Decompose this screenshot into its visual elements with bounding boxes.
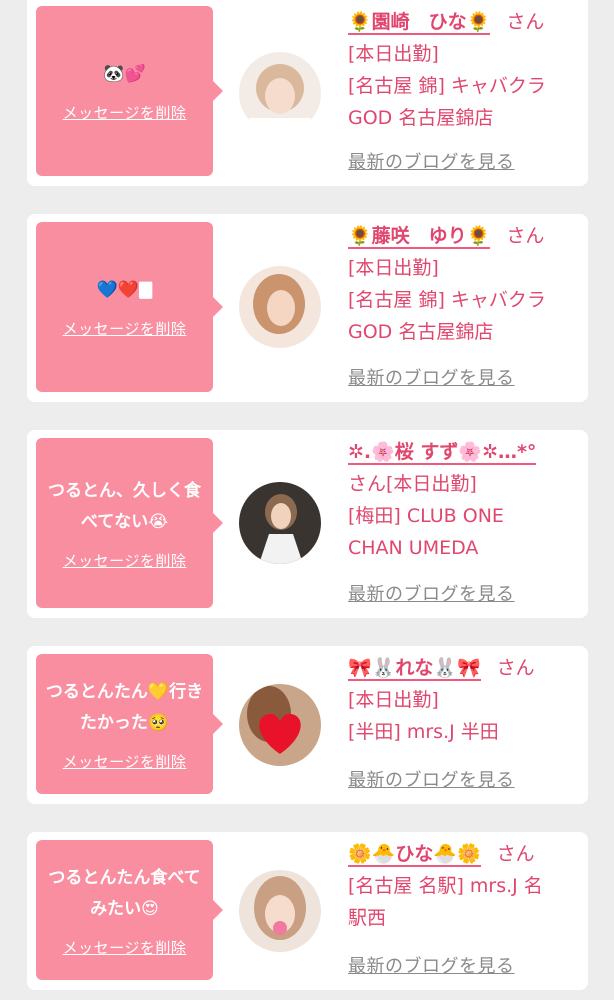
cast-name-link[interactable]: 🌻園崎 ひな🌻	[348, 11, 491, 35]
cast-info: ✲.🌸桜 すず🌸✲…*° さん[本日出勤] [梅田] CLUB ONE CHAN…	[348, 436, 574, 564]
cast-name-link[interactable]: 🌻藤咲 ゆり🌻	[348, 225, 491, 249]
message-bubble: 🐼💕 メッセージを削除	[36, 6, 223, 176]
detail-line: GOD 名古屋錦店	[348, 107, 494, 129]
message-text: つるとん、久しく食べてない😭	[48, 480, 201, 532]
message-card: 💙❤️🀫 メッセージを削除 🌻藤咲 ゆり🌻 さん [本日出勤] [名古屋 錦] キ…	[27, 214, 588, 402]
message-bubble: つるとんたん食べてみたい😍 メッセージを削除	[36, 840, 223, 980]
detail-line: GOD 名古屋錦店	[348, 321, 494, 343]
cast-info: 🌼🐣ひな🐣🌼 さん [名古屋 名駅] mrs.J 名 駅西	[348, 838, 574, 934]
latest-blog-link[interactable]: 最新のブログを見る	[348, 952, 515, 978]
message-card: つるとん、久しく食べてない😭 メッセージを削除 ✲.🌸桜 すず🌸✲…*° さん[…	[27, 430, 588, 618]
delete-message-link[interactable]: メッセージを削除	[63, 937, 187, 958]
message-card: 🐼💕 メッセージを削除 🌻園崎 ひな🌻 さん [本日出勤] [名古屋 錦] キャバ…	[27, 0, 588, 186]
honorific: さん[本日出勤]	[348, 473, 477, 495]
detail-line: [名古屋 錦] キャバクラ	[348, 75, 546, 97]
message-bubble: 💙❤️🀫 メッセージを削除	[36, 222, 223, 392]
cast-name-link[interactable]: 🎀🐰れな🐰🎀	[348, 657, 481, 681]
cast-info: 🌻藤咲 ゆり🌻 さん [本日出勤] [名古屋 錦] キャバクラ GOD 名古屋錦店	[348, 220, 574, 348]
message-card: つるとんたん食べてみたい😍 メッセージを削除 🌼🐣ひな🐣🌼 さん [名古屋 名駅]…	[27, 832, 588, 990]
avatar[interactable]	[239, 684, 321, 766]
message-text: つるとんたん食べてみたい😍	[48, 867, 201, 919]
latest-blog-link[interactable]: 最新のブログを見る	[348, 148, 515, 174]
delete-message-link[interactable]: メッセージを削除	[63, 550, 187, 571]
delete-message-link[interactable]: メッセージを削除	[63, 102, 187, 123]
avatar[interactable]	[239, 870, 321, 952]
cast-info: 🎀🐰れな🐰🎀 さん [本日出勤] [半田] mrs.J 半田	[348, 652, 574, 748]
avatar[interactable]	[239, 52, 321, 134]
honorific: さん	[496, 843, 535, 865]
avatar[interactable]	[239, 482, 321, 564]
delete-message-link[interactable]: メッセージを削除	[63, 318, 187, 339]
detail-line: [名古屋 名駅] mrs.J 名	[348, 875, 543, 897]
honorific: さん	[506, 11, 545, 33]
message-text: 💙❤️🀫	[96, 280, 153, 300]
cast-name-link[interactable]: 🌼🐣ひな🐣🌼	[348, 843, 481, 867]
message-bubble: つるとん、久しく食べてない😭 メッセージを削除	[36, 438, 223, 608]
detail-line: [本日出勤]	[348, 43, 439, 65]
honorific: さん	[506, 225, 545, 247]
detail-line: [半田] mrs.J 半田	[348, 721, 499, 743]
message-bubble: つるとんたん💛行きたかった🥺 メッセージを削除	[36, 654, 223, 794]
latest-blog-link[interactable]: 最新のブログを見る	[348, 580, 515, 606]
latest-blog-link[interactable]: 最新のブログを見る	[348, 766, 515, 792]
detail-line: [本日出勤]	[348, 689, 439, 711]
detail-line: [本日出勤]	[348, 257, 439, 279]
avatar[interactable]	[239, 266, 321, 348]
detail-line: 駅西	[348, 907, 387, 929]
detail-line: CHAN UMEDA	[348, 537, 479, 559]
latest-blog-link[interactable]: 最新のブログを見る	[348, 364, 515, 390]
detail-line: [名古屋 錦] キャバクラ	[348, 289, 546, 311]
cast-info: 🌻園崎 ひな🌻 さん [本日出勤] [名古屋 錦] キャバクラ GOD 名古屋錦店	[348, 6, 574, 134]
message-card: つるとんたん💛行きたかった🥺 メッセージを削除 🎀🐰れな🐰🎀 さん [本日出勤] …	[27, 646, 588, 804]
cast-name-link[interactable]: ✲.🌸桜 すず🌸✲…*°	[348, 441, 537, 465]
detail-line: [梅田] CLUB ONE	[348, 505, 504, 527]
message-text: 🐼💕	[103, 64, 146, 84]
message-text: つるとんたん💛行きたかった🥺	[45, 681, 204, 733]
honorific: さん	[496, 657, 535, 679]
delete-message-link[interactable]: メッセージを削除	[63, 751, 187, 772]
